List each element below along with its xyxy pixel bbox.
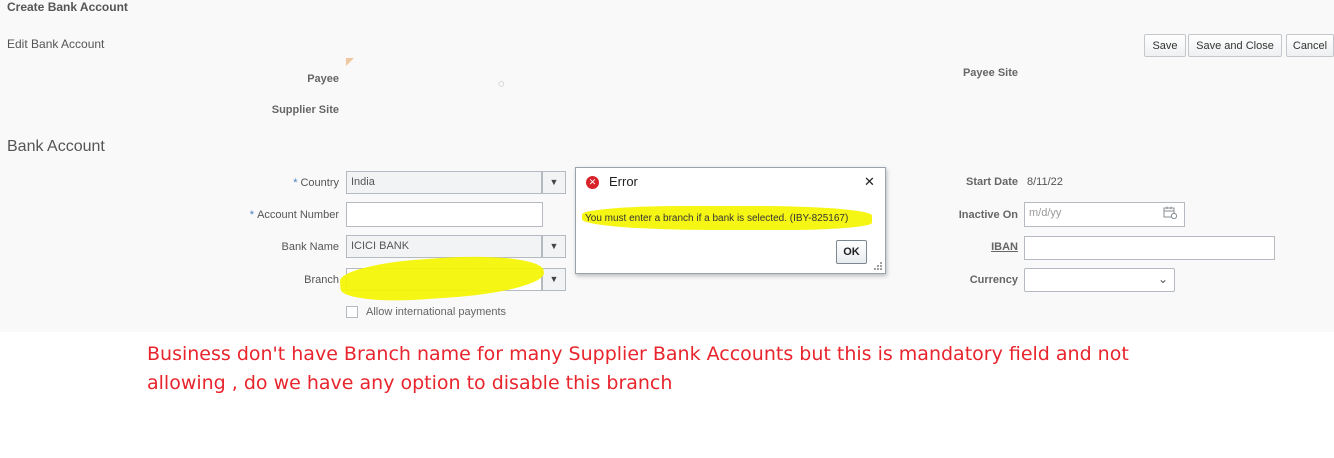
annotation-note: Business don't have Branch name for many…: [147, 340, 1187, 398]
required-marker: *: [293, 177, 298, 189]
annotation-line-1: Business don't have Branch name for many…: [147, 343, 1129, 365]
dialog-message: You must enter a branch if a bank is sel…: [585, 213, 849, 224]
save-and-close-button[interactable]: Save and Close: [1188, 34, 1282, 57]
error-icon: ✕: [586, 176, 599, 189]
chevron-down-icon[interactable]: ⌄: [1158, 272, 1168, 286]
close-icon[interactable]: ✕: [864, 174, 875, 190]
ok-button[interactable]: OK: [836, 240, 867, 264]
resize-grip-icon[interactable]: [874, 262, 882, 270]
account-number-label: * Account Number: [200, 209, 339, 221]
start-date-label: Start Date: [966, 176, 1018, 188]
start-date-value: 8/11/22: [1027, 176, 1063, 188]
country-label: * Country: [200, 177, 339, 189]
annotation-line-2: allowing , do we have any option to disa…: [147, 372, 673, 394]
required-marker: *: [249, 209, 255, 221]
country-dropdown-icon[interactable]: ▼: [542, 171, 566, 194]
page-title: Create Bank Account: [7, 0, 128, 14]
branch-label: Branch: [304, 274, 339, 286]
save-button[interactable]: Save: [1144, 34, 1186, 57]
payee-site-label: Payee Site: [962, 67, 1018, 79]
bank-name-dropdown-icon[interactable]: ▼: [542, 235, 566, 258]
bank-name-field[interactable]: ICICI BANK: [346, 235, 542, 258]
currency-label: Currency: [969, 274, 1018, 286]
bank-name-label: Bank Name: [281, 241, 339, 253]
iban-label: IBAN: [991, 241, 1018, 253]
loading-spinner-icon: ◌: [498, 78, 505, 90]
account-number-input[interactable]: [346, 202, 543, 227]
dialog-title: Error: [609, 174, 638, 189]
inactive-on-input[interactable]: m/d/yy: [1024, 202, 1185, 227]
allow-intl-checkbox[interactable]: [346, 306, 358, 318]
error-dialog: ✕ Error ✕ You must enter a branch if a b…: [575, 167, 886, 274]
page-subtitle: Edit Bank Account: [7, 37, 105, 51]
calendar-icon[interactable]: [1163, 206, 1178, 220]
branch-dropdown-icon[interactable]: ▼: [542, 268, 566, 291]
inactive-on-label: Inactive On: [958, 209, 1018, 221]
cancel-button[interactable]: Cancel: [1286, 34, 1334, 57]
iban-input[interactable]: [1024, 236, 1275, 260]
allow-intl-label: Allow international payments: [366, 306, 507, 318]
payee-label: Payee: [307, 73, 339, 85]
supplier-site-label: Supplier Site: [271, 104, 339, 116]
currency-select[interactable]: [1024, 268, 1175, 292]
bank-account-section-title: Bank Account: [7, 138, 105, 155]
account-number-label-text: Account Number: [257, 209, 339, 221]
required-indicator-icon: [346, 58, 354, 66]
country-label-text: Country: [300, 177, 339, 189]
country-field[interactable]: India: [346, 171, 542, 194]
